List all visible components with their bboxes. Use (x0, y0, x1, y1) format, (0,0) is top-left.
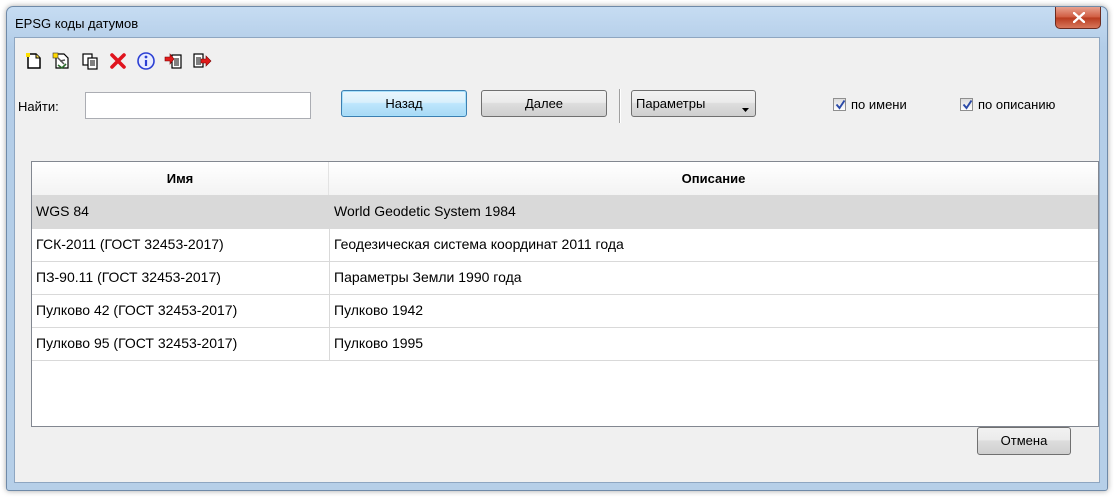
cell-name: ПЗ-90.11 (ГОСТ 32453-2017) (36, 269, 221, 285)
by-name-label: по имени (851, 97, 907, 112)
delete-button[interactable] (107, 50, 129, 72)
title-bar[interactable]: EPSG коды датумов (7, 7, 1107, 37)
checkmark-icon (962, 99, 973, 110)
table-row[interactable]: Пулково 42 (ГОСТ 32453-2017) Пулково 194… (32, 294, 1098, 328)
back-button[interactable]: Назад (341, 90, 467, 117)
toolbar (23, 50, 213, 76)
table-row[interactable]: ПЗ-90.11 (ГОСТ 32453-2017) Параметры Зем… (32, 261, 1098, 295)
open-icon (52, 52, 69, 70)
table-row[interactable]: WGS 84 World Geodetic System 1984 (32, 195, 1098, 229)
close-button[interactable] (1055, 7, 1101, 29)
new-icon (26, 53, 41, 69)
cell-description: Параметры Земли 1990 года (334, 269, 522, 285)
cell-description: Геодезическая система координат 2011 год… (334, 236, 624, 252)
epsg-datum-dialog: EPSG коды датумов Найти: Назад Далее Пар… (6, 6, 1108, 491)
cell-name: Пулково 95 (ГОСТ 32453-2017) (36, 335, 238, 351)
by-name-option[interactable]: по имени (833, 97, 907, 112)
export-icon (193, 53, 212, 68)
search-input[interactable] (85, 92, 311, 119)
column-header-description[interactable]: Описание (329, 162, 1098, 195)
table-header: Имя Описание (32, 162, 1098, 196)
window-title: EPSG коды датумов (15, 16, 139, 31)
checkmark-icon (835, 99, 846, 110)
table-row[interactable]: Пулково 95 (ГОСТ 32453-2017) Пулково 199… (32, 327, 1098, 361)
datum-table: Имя Описание WGS 84 World Geodetic Syste… (31, 161, 1099, 427)
parameters-button[interactable]: Параметры (631, 90, 756, 117)
by-description-checkbox[interactable] (960, 98, 973, 111)
cancel-button[interactable]: Отмена (977, 427, 1071, 455)
by-description-label: по описанию (978, 97, 1056, 112)
column-header-name[interactable]: Имя (32, 162, 329, 195)
cell-description: Пулково 1995 (334, 335, 424, 351)
cell-name: ГСК-2011 (ГОСТ 32453-2017) (36, 236, 224, 252)
export-button[interactable] (191, 50, 213, 72)
info-icon (137, 52, 155, 70)
cell-name: WGS 84 (36, 203, 89, 219)
table-row[interactable]: ГСК-2011 (ГОСТ 32453-2017) Геодезическая… (32, 228, 1098, 262)
import-icon (164, 53, 182, 69)
chevron-down-icon (742, 108, 749, 112)
close-icon (1073, 12, 1085, 23)
by-description-option[interactable]: по описанию (960, 97, 1055, 112)
search-row: Найти: Назад Далее Параметры по имени по… (15, 89, 1099, 124)
delete-icon (110, 53, 126, 69)
info-button[interactable] (135, 50, 157, 72)
toolbar-separator (619, 89, 621, 123)
import-button[interactable] (163, 50, 185, 72)
copy-button[interactable] (79, 50, 101, 72)
cell-name: Пулково 42 (ГОСТ 32453-2017) (36, 302, 238, 318)
next-button[interactable]: Далее (481, 90, 607, 117)
cell-description: Пулково 1942 (334, 302, 424, 318)
copy-icon (82, 53, 98, 70)
open-button[interactable] (51, 50, 73, 72)
new-button[interactable] (23, 50, 45, 72)
find-label: Найти: (18, 99, 59, 114)
cell-description: World Geodetic System 1984 (334, 203, 516, 219)
parameters-label: Параметры (636, 96, 706, 111)
by-name-checkbox[interactable] (833, 98, 846, 111)
